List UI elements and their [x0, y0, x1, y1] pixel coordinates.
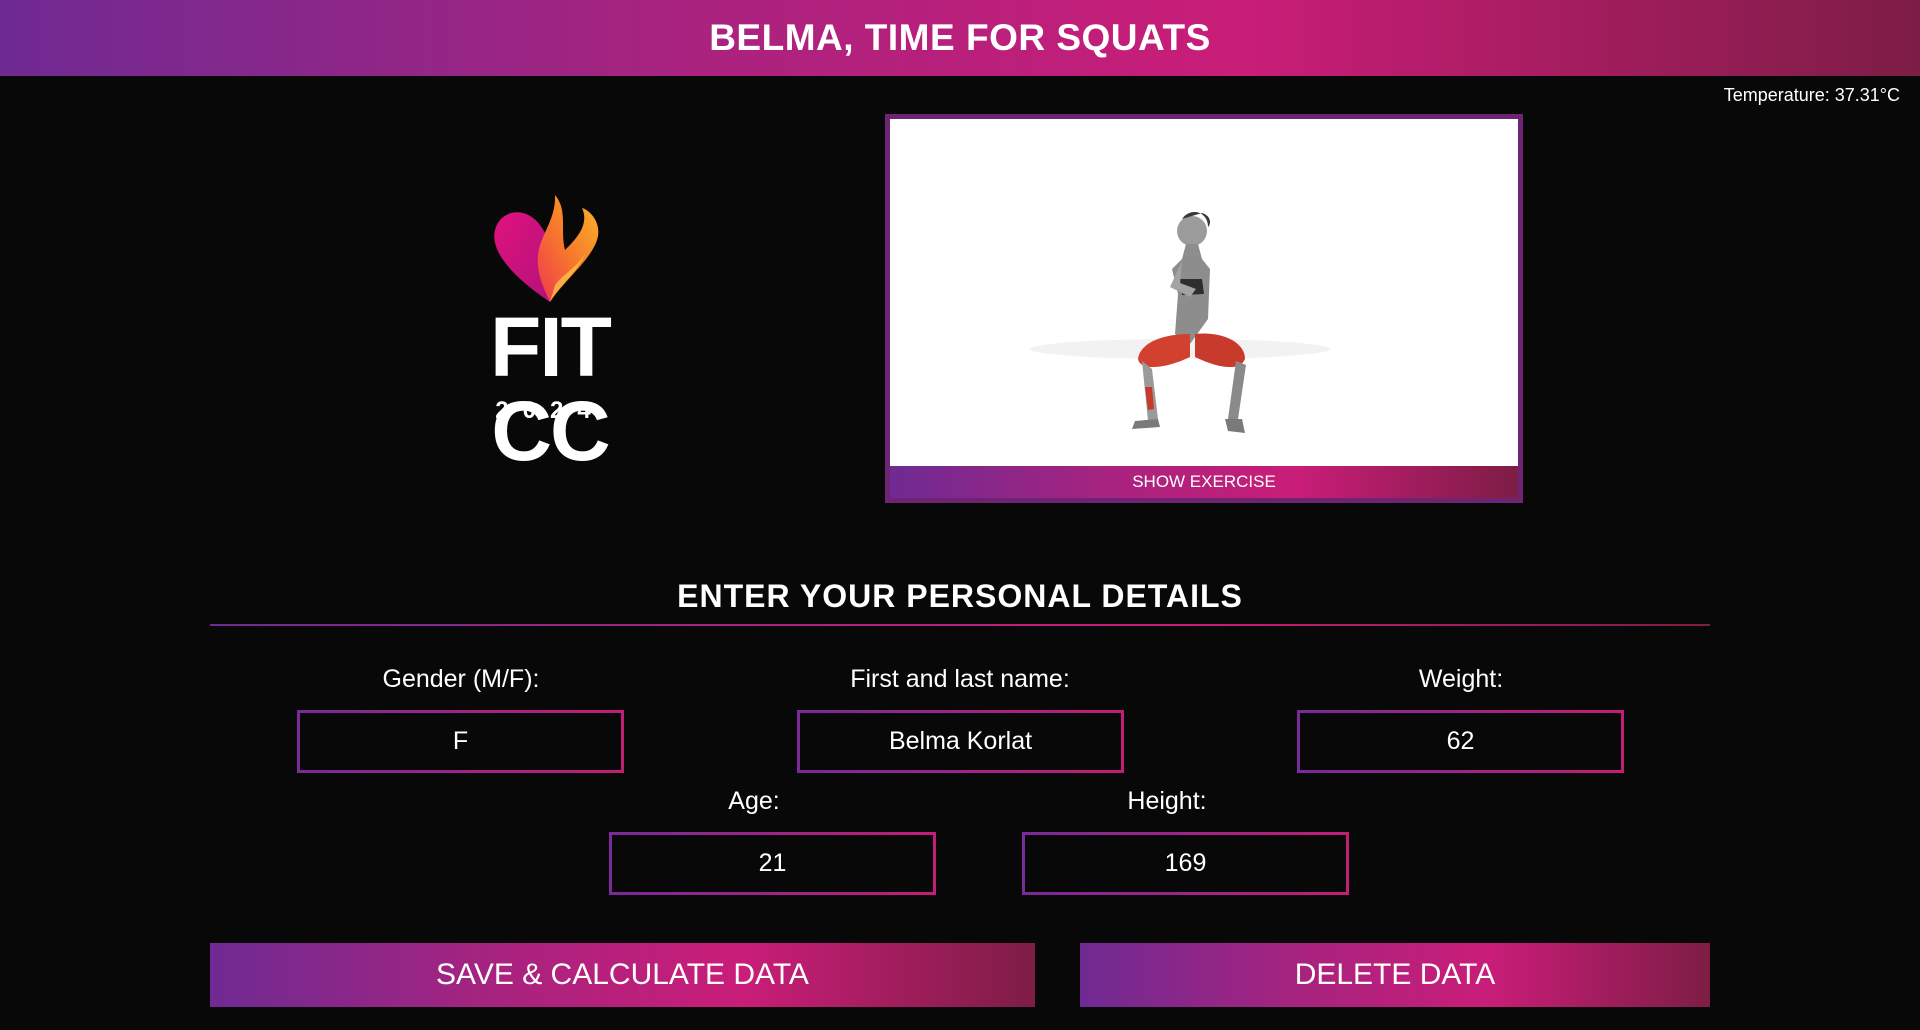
gender-label: Gender (M/F): — [382, 665, 540, 693]
page-header: BELMA, TIME FOR SQUATS — [0, 0, 1920, 76]
weight-label: Weight: — [1418, 665, 1504, 693]
logo-year: 2024 — [495, 397, 605, 424]
show-exercise-button[interactable]: SHOW EXERCISE — [890, 466, 1518, 498]
squat-exercise-illustration — [1030, 212, 1330, 433]
exercise-card: SHOW EXERCISE — [885, 114, 1523, 503]
logo-wordmark: FIT CC — [490, 300, 612, 478]
exercise-image — [890, 119, 1518, 471]
delete-data-button[interactable]: DELETE DATA — [1080, 943, 1710, 1007]
section-divider — [210, 624, 1710, 626]
fitcc-logo: FIT CC 2024 — [415, 190, 685, 473]
age-input[interactable] — [609, 832, 936, 895]
name-label: First and last name: — [850, 665, 1070, 693]
gender-input[interactable] — [297, 710, 624, 773]
personal-details-title: ENTER YOUR PERSONAL DETAILS — [677, 578, 1243, 614]
name-input[interactable] — [797, 710, 1124, 773]
age-label: Age: — [728, 787, 780, 815]
height-input[interactable] — [1022, 832, 1349, 895]
height-label: Height: — [1127, 787, 1207, 815]
save-calculate-button[interactable]: SAVE & CALCULATE DATA — [210, 943, 1035, 1007]
heart-flame-icon — [494, 195, 599, 302]
page-title: BELMA, TIME FOR SQUATS — [709, 17, 1211, 58]
temperature-readout: Temperature: 37.31°C — [1723, 85, 1900, 105]
weight-input[interactable] — [1297, 710, 1624, 773]
